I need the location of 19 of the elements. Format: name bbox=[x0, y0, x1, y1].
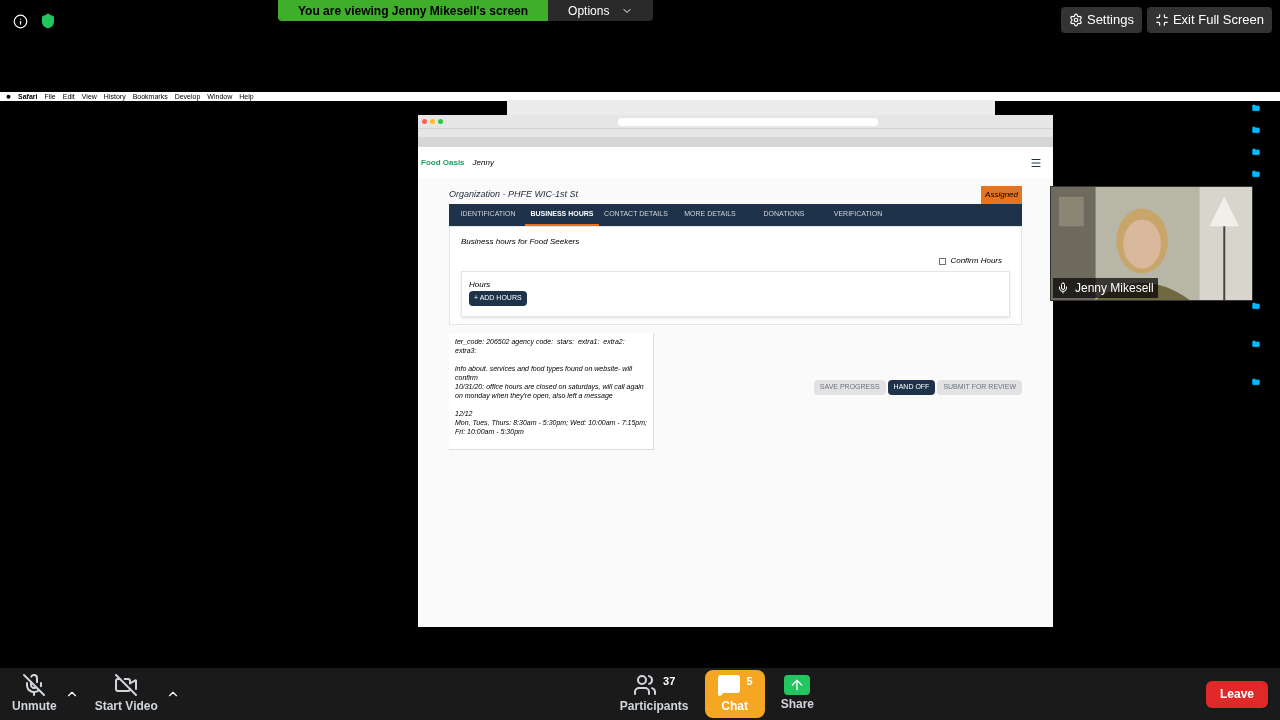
status-badge: Assigned bbox=[981, 186, 1022, 204]
toolbar-button[interactable]: Unmute bbox=[8, 673, 61, 715]
count-label: 5 bbox=[746, 674, 753, 689]
toolbar-button[interactable]: Start Video bbox=[90, 673, 162, 715]
options-button[interactable]: Options bbox=[548, 0, 654, 21]
exit-full-screen-button[interactable]: Exit Full Screen bbox=[1146, 7, 1272, 33]
user-name: Jenny bbox=[472, 156, 494, 169]
brand-logo[interactable]: Food Oasis bbox=[421, 156, 465, 169]
leave-button[interactable]: Leave bbox=[1205, 680, 1268, 708]
participant-name: Jenny Mikesell bbox=[1075, 280, 1154, 297]
checkbox-label: Confirm Hours bbox=[950, 255, 1002, 267]
section-title: Business hours for Food Seekers bbox=[461, 236, 581, 248]
toolbar-button[interactable]: Share bbox=[768, 670, 826, 718]
hours-label: Hours bbox=[469, 279, 491, 291]
count-label: 37 bbox=[663, 674, 676, 689]
organization-title: Organization - PHFE WIC-1st St bbox=[449, 187, 579, 201]
viewing-banner: You are viewing Jenny Mikesell's screen bbox=[278, 0, 549, 21]
toolbar-button[interactable]: 37 Participants bbox=[607, 670, 701, 718]
settings-button[interactable]: Settings bbox=[1060, 7, 1142, 33]
